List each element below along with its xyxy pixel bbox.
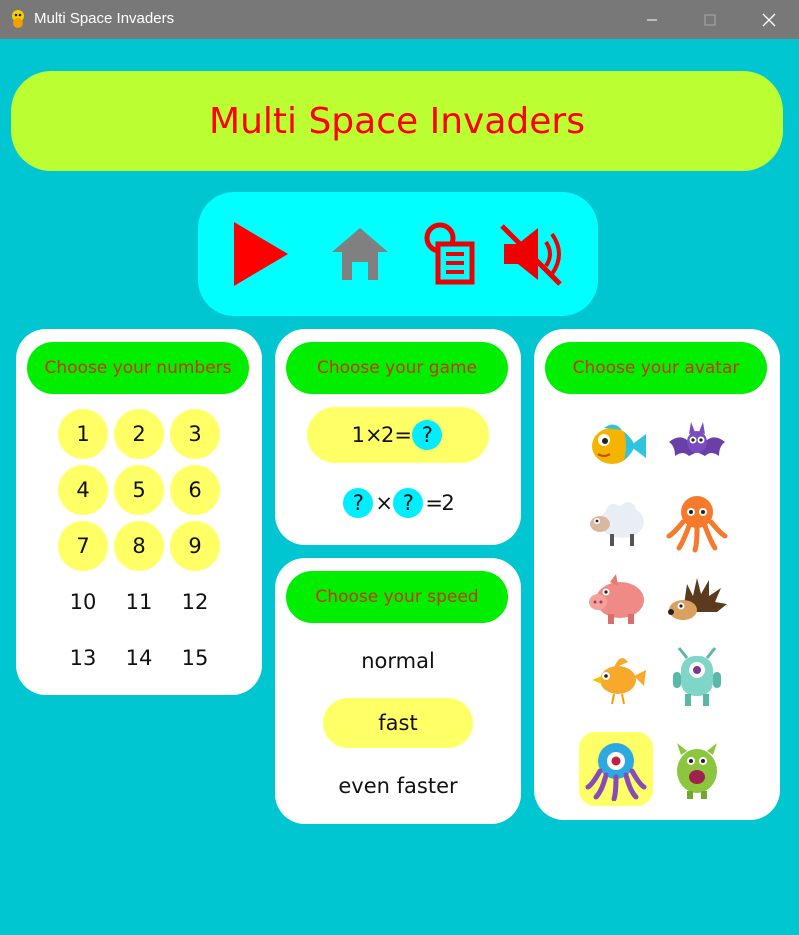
green-monster-avatar-icon (677, 743, 717, 799)
bat-avatar[interactable] (660, 407, 734, 481)
play-icon (234, 222, 288, 286)
bird-avatar-icon (592, 658, 646, 705)
scoreboard-button[interactable] (416, 218, 488, 290)
speed-option[interactable]: even faster (298, 761, 498, 811)
maximize-button[interactable] (681, 0, 739, 39)
number-option[interactable]: 11 (114, 577, 164, 627)
number-option[interactable]: 14 (114, 633, 164, 683)
speed-option[interactable]: fast (323, 698, 473, 748)
hedgehog-avatar-icon (668, 578, 727, 620)
sound-muted-icon (500, 224, 562, 286)
number-option[interactable]: 1 (58, 409, 108, 459)
avatar-heading: Choose your avatar (545, 342, 767, 394)
avatar-panel: Choose your avatar (534, 329, 780, 820)
game-title: Multi Space Invaders (209, 100, 585, 142)
number-option[interactable]: 2 (114, 409, 164, 459)
window-title-bar: Multi Space Invaders (0, 0, 799, 39)
numbers-heading: Choose your numbers (27, 342, 249, 394)
speed-option[interactable]: normal (298, 636, 498, 686)
title-banner: Multi Space Invaders (11, 71, 783, 171)
unknown-operand-b: ? (393, 488, 424, 518)
window-title: Multi Space Invaders (34, 10, 175, 27)
green-monster-avatar[interactable] (660, 732, 734, 806)
octopus-avatar[interactable] (660, 485, 734, 559)
maximize-icon (704, 14, 716, 25)
fish-avatar[interactable] (579, 407, 653, 481)
equals-sign: = (394, 423, 412, 447)
sheep-avatar[interactable] (579, 485, 653, 559)
fish-avatar-icon (592, 424, 646, 464)
home-button[interactable] (324, 218, 396, 290)
unknown-result: ? (412, 420, 443, 450)
times-sign: × (375, 491, 393, 515)
minimize-button[interactable] (623, 0, 681, 39)
scoreboard-icon (424, 222, 475, 285)
number-option[interactable]: 4 (58, 465, 108, 515)
octopus-avatar-icon (666, 496, 728, 553)
numbers-panel: Choose your numbers 1 2 3 4 5 6 7 8 9 10 11 12 13 14 1… (16, 329, 262, 695)
game-option-find-factors[interactable]: ? × ? = 2 (307, 475, 489, 531)
number-option[interactable]: 13 (58, 633, 108, 683)
speed-heading: Choose your speed (286, 571, 508, 623)
bird-avatar[interactable] (579, 641, 653, 715)
cyclops-monster-avatar-icon (673, 647, 721, 706)
game-option-multiply-result[interactable]: 1 × 2 = ? (307, 407, 489, 463)
number-option[interactable]: 6 (170, 465, 220, 515)
number-option[interactable]: 9 (170, 521, 220, 571)
number-option[interactable]: 12 (170, 577, 220, 627)
cyclops-monster-avatar[interactable] (660, 641, 734, 715)
bat-avatar-icon (669, 422, 725, 456)
times-sign: × (365, 423, 383, 447)
number-option[interactable]: 8 (114, 521, 164, 571)
known-result: 2 (441, 491, 455, 515)
number-option[interactable]: 5 (114, 465, 164, 515)
speed-panel: Choose your speed normal fast even faster (275, 558, 521, 824)
play-button[interactable] (222, 218, 294, 290)
operand-a: 1 (351, 423, 365, 447)
sound-toggle-button[interactable] (496, 218, 568, 290)
number-option[interactable]: 3 (170, 409, 220, 459)
home-icon (332, 228, 388, 280)
number-option[interactable]: 15 (170, 633, 220, 683)
number-option[interactable]: 10 (58, 577, 108, 627)
blue-octopus-monster-avatar-icon (585, 743, 647, 801)
close-icon (762, 13, 776, 26)
toolbar (198, 192, 598, 316)
game-window-content: Multi Space Invaders Choose your numbers… (0, 39, 799, 935)
pig-avatar-icon (589, 574, 644, 624)
game-heading: Choose your game (286, 342, 508, 394)
operand-b: 2 (381, 423, 395, 447)
python-snake-icon (12, 10, 24, 28)
hedgehog-avatar[interactable] (660, 563, 734, 637)
minimize-icon (647, 19, 657, 20)
unknown-operand-a: ? (343, 488, 374, 518)
number-option[interactable]: 7 (58, 521, 108, 571)
close-button[interactable] (740, 0, 798, 39)
sheep-avatar-icon (590, 502, 644, 546)
blue-octopus-monster-avatar[interactable] (579, 732, 653, 806)
game-panel: Choose your game 1 × 2 = ? ? × ? = 2 (275, 329, 521, 545)
equals-sign: = (425, 491, 443, 515)
pig-avatar[interactable] (579, 563, 653, 637)
